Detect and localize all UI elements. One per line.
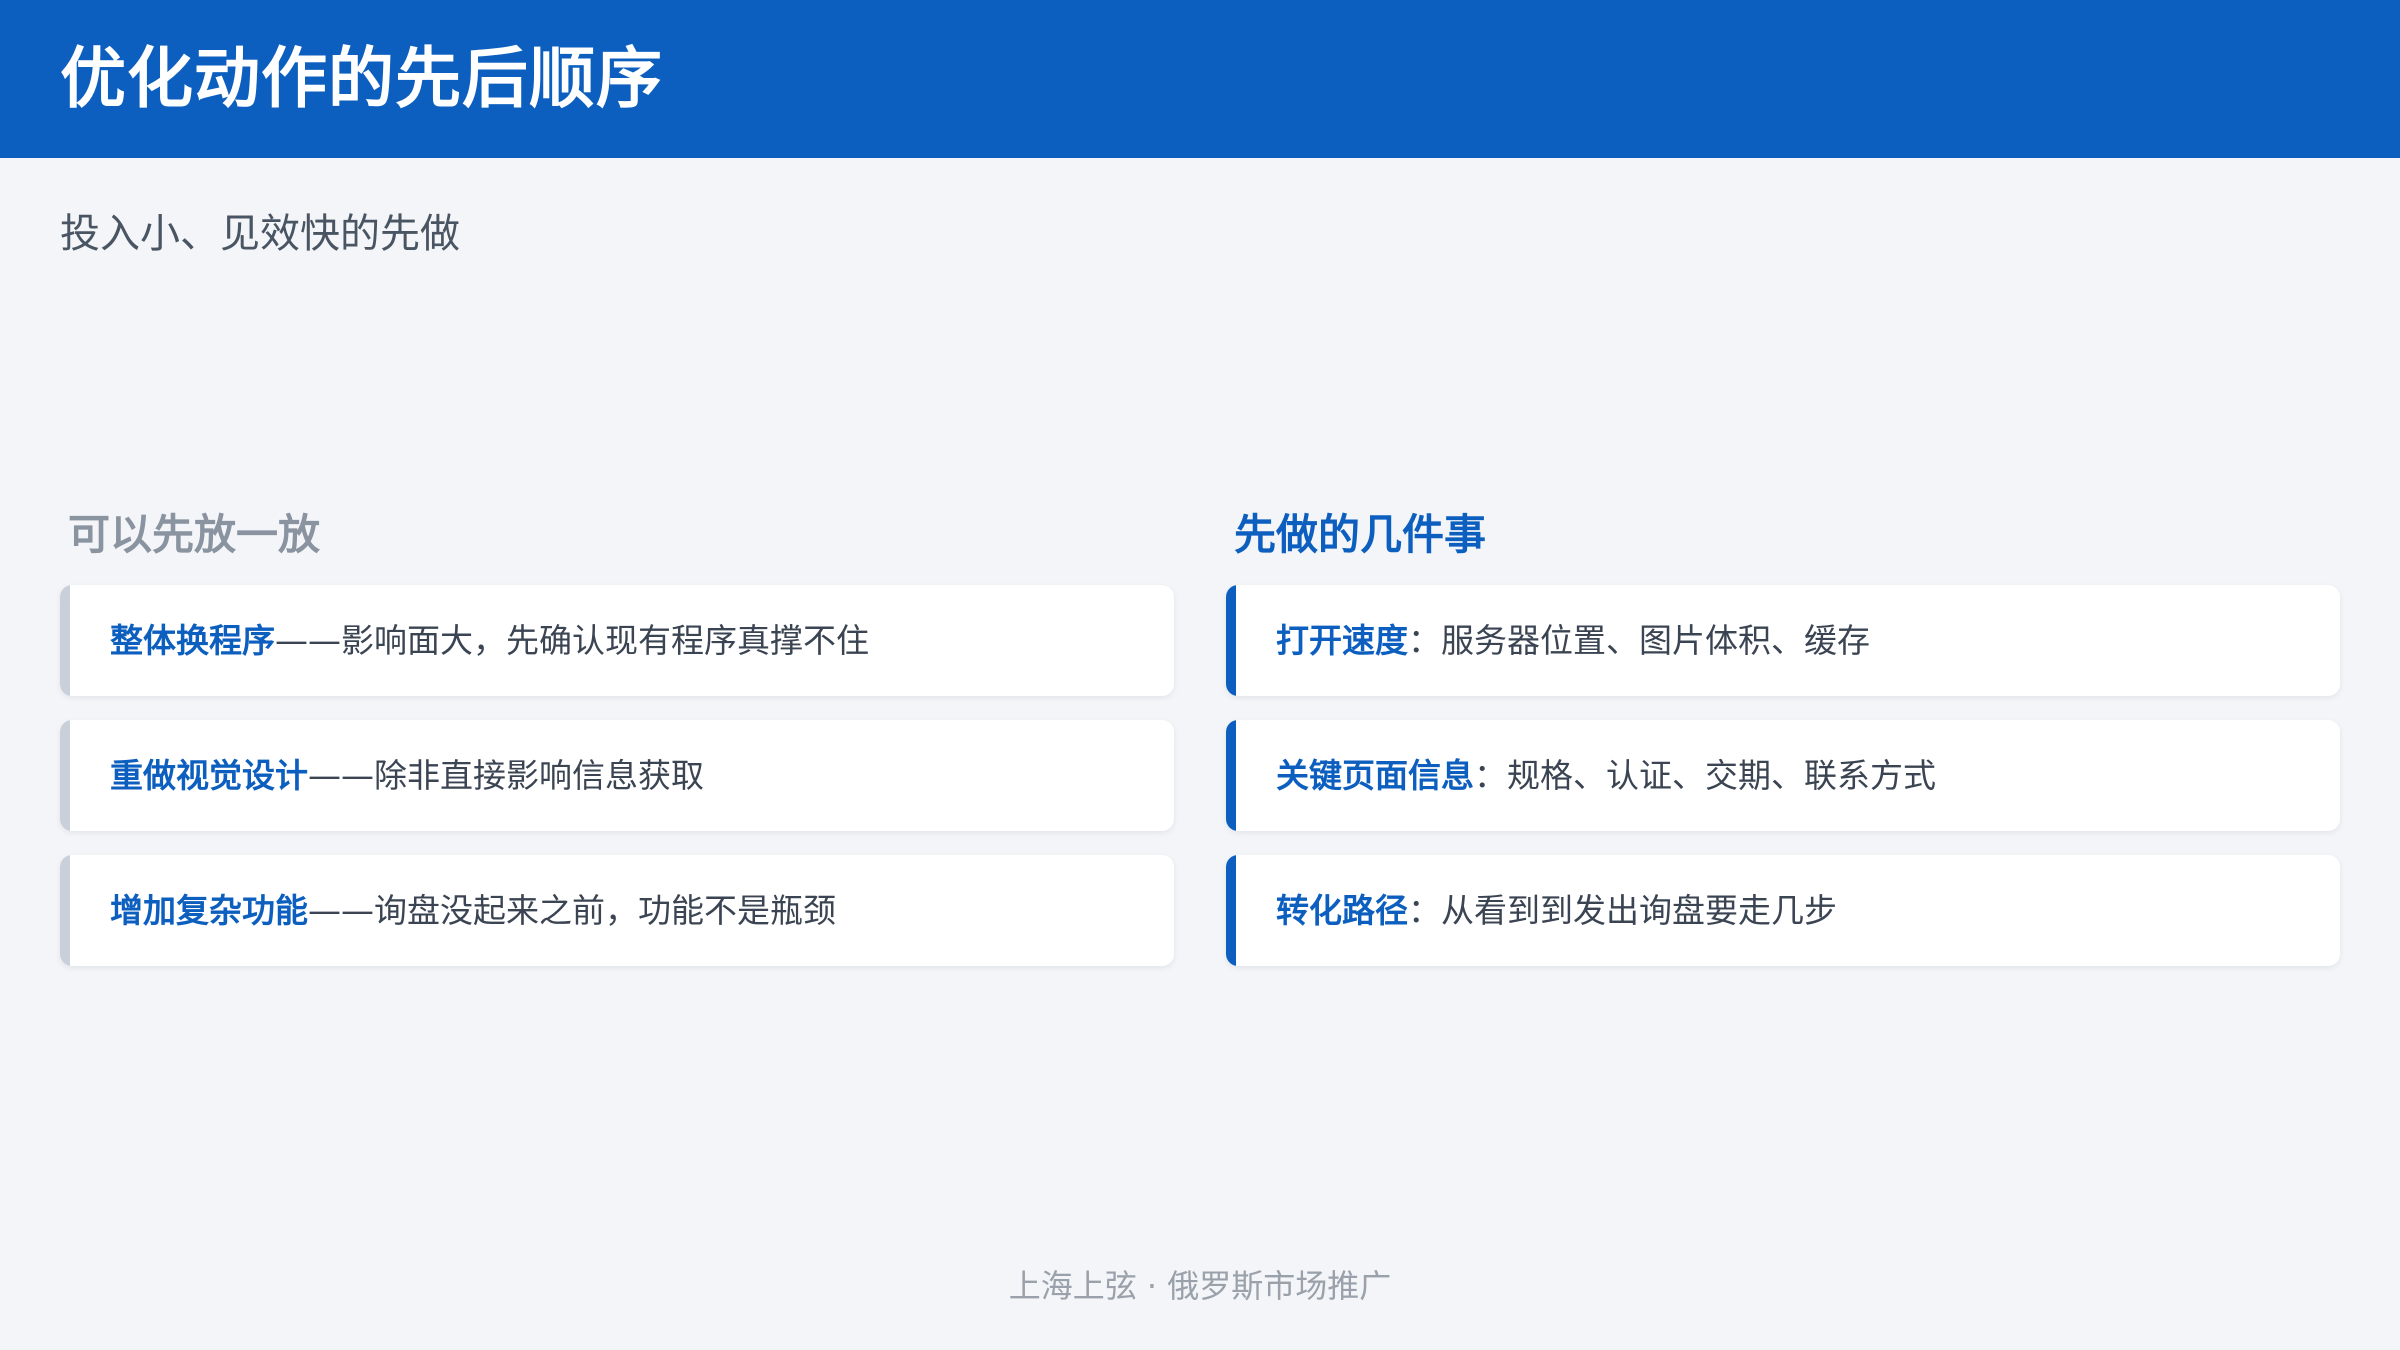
card-text: 打开速度：服务器位置、图片体积、缓存 (1276, 585, 1870, 696)
priority-card: 关键页面信息：规格、认证、交期、联系方式 (1226, 720, 2340, 831)
card-description: 除非直接影响信息获取 (374, 756, 704, 795)
page-subtitle: 投入小、见效快的先做 (60, 211, 460, 257)
card-keyword: 增加复杂功能 (110, 891, 308, 930)
card-text: 重做视觉设计——除非直接影响信息获取 (110, 720, 704, 831)
card-description: 规格、认证、交期、联系方式 (1507, 756, 1936, 795)
card-accent-bar (1226, 720, 1236, 831)
card-separator: —— (308, 756, 374, 795)
card-text: 关键页面信息：规格、认证、交期、联系方式 (1276, 720, 1936, 831)
card-keyword: 重做视觉设计 (110, 756, 308, 795)
card-accent-bar (60, 855, 70, 966)
priority-heading: 先做的几件事 (1234, 510, 1487, 559)
card-accent-bar (1226, 855, 1236, 966)
footer-credit: 上海上弦 · 俄罗斯市场推广 (1008, 1267, 1392, 1305)
deferred-card: 重做视觉设计——除非直接影响信息获取 (60, 720, 1174, 831)
header-bar: 优化动作的先后顺序 (0, 0, 2400, 158)
deferred-card: 整体换程序——影响面大，先确认现有程序真撑不住 (60, 585, 1174, 696)
deferred-heading: 可以先放一放 (68, 510, 321, 559)
priority-list: 打开速度：服务器位置、图片体积、缓存 关键页面信息：规格、认证、交期、联系方式 … (1226, 585, 2340, 966)
deferred-list: 整体换程序——影响面大，先确认现有程序真撑不住 重做视觉设计——除非直接影响信息… (60, 585, 1174, 966)
card-accent-bar (60, 585, 70, 696)
page-title: 优化动作的先后顺序 (60, 40, 663, 117)
card-text: 整体换程序——影响面大，先确认现有程序真撑不住 (110, 585, 869, 696)
priority-card: 转化路径：从看到到发出询盘要走几步 (1226, 855, 2340, 966)
card-separator: ： (1474, 756, 1507, 795)
card-accent-bar (1226, 585, 1236, 696)
card-keyword: 打开速度 (1276, 621, 1408, 660)
card-description: 从看到到发出询盘要走几步 (1441, 891, 1837, 930)
card-separator: —— (275, 621, 341, 660)
card-separator: ： (1408, 621, 1441, 660)
card-separator: —— (308, 891, 374, 930)
card-separator: ： (1408, 891, 1441, 930)
card-description: 询盘没起来之前，功能不是瓶颈 (374, 891, 836, 930)
card-text: 转化路径：从看到到发出询盘要走几步 (1276, 855, 1837, 966)
deferred-column: 可以先放一放 整体换程序——影响面大，先确认现有程序真撑不住 重做视觉设计——除… (60, 505, 1174, 990)
card-text: 增加复杂功能——询盘没起来之前，功能不是瓶颈 (110, 855, 836, 966)
card-keyword: 关键页面信息 (1276, 756, 1474, 795)
priority-column: 先做的几件事 打开速度：服务器位置、图片体积、缓存 关键页面信息：规格、认证、交… (1226, 505, 2340, 990)
deferred-card: 增加复杂功能——询盘没起来之前，功能不是瓶颈 (60, 855, 1174, 966)
card-keyword: 整体换程序 (110, 621, 275, 660)
card-accent-bar (60, 720, 70, 831)
card-description: 影响面大，先确认现有程序真撑不住 (341, 621, 869, 660)
card-keyword: 转化路径 (1276, 891, 1408, 930)
priority-card: 打开速度：服务器位置、图片体积、缓存 (1226, 585, 2340, 696)
card-description: 服务器位置、图片体积、缓存 (1441, 621, 1870, 660)
